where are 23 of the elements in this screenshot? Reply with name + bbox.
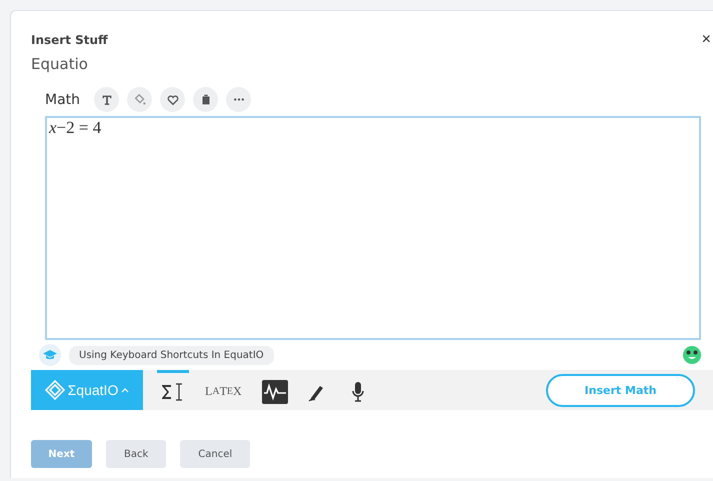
math-label: Math [45, 92, 80, 108]
trash-button[interactable] [193, 87, 218, 112]
math-input-field[interactable]: x−2 = 4 [45, 116, 701, 340]
heart-icon [166, 92, 180, 106]
dialog-button[interactable]: Cancel [180, 440, 250, 468]
dialog-title: Insert Stuff [31, 33, 108, 47]
caret-icon [121, 387, 130, 393]
smiley-icon[interactable] [683, 346, 701, 364]
math-editor-icon [161, 382, 185, 400]
microphone-icon [350, 380, 365, 402]
text-button[interactable] [94, 87, 120, 112]
math-expression: x−2 = 4 [49, 118, 102, 137]
hint-link[interactable]: Using Keyboard Shortcuts In EquatIO [69, 346, 274, 364]
logo-icon [44, 380, 65, 400]
more-icon [234, 98, 244, 101]
graph-icon [262, 380, 288, 404]
text-icon [100, 92, 114, 106]
dialog-subtitle: Equatio [31, 55, 89, 73]
close-button[interactable]: × [702, 31, 711, 49]
heart-button[interactable] [160, 87, 186, 112]
dialog-button[interactable]: Back [106, 440, 166, 468]
paint-bucket-icon [132, 92, 147, 106]
paint-bucket-button[interactable] [127, 87, 152, 112]
